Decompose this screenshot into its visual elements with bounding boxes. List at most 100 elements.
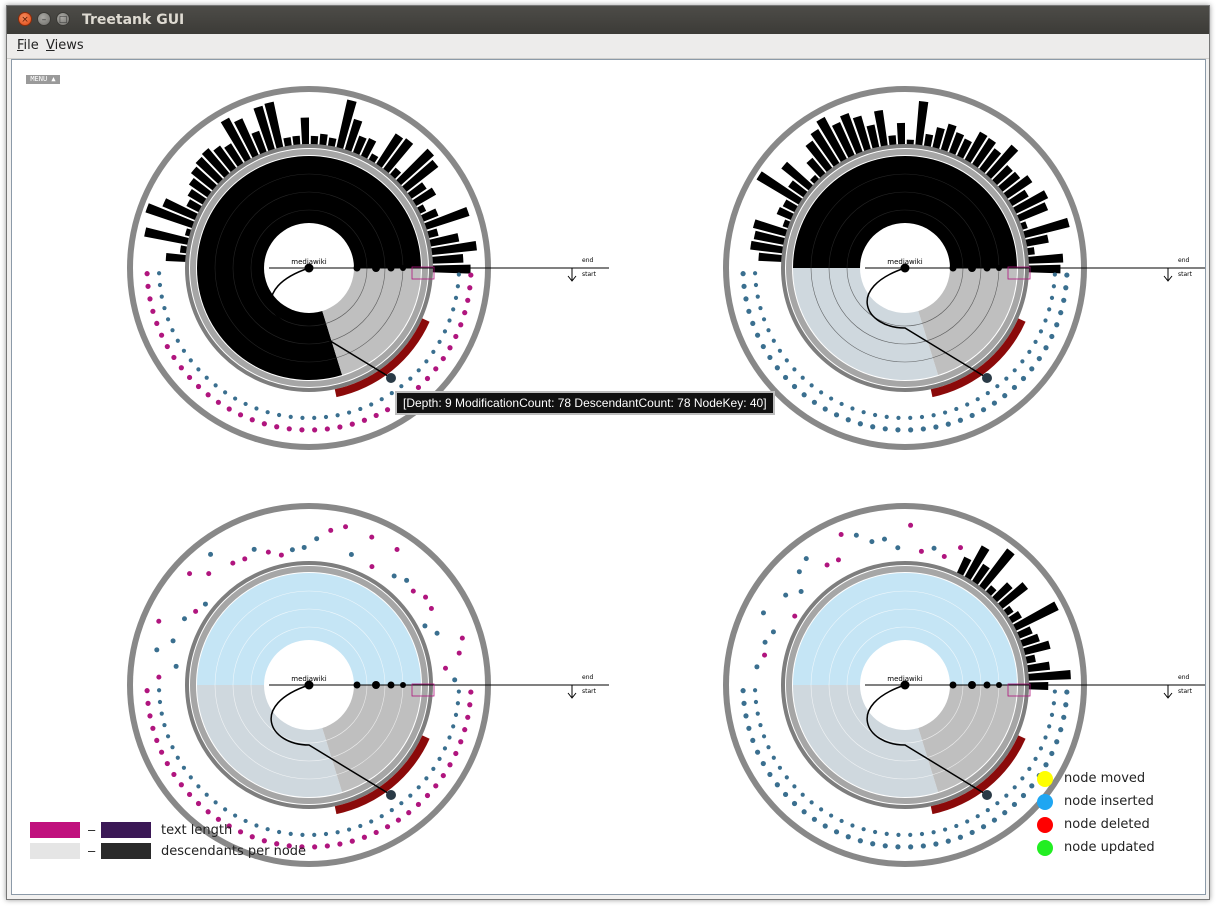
node-marker [760, 610, 766, 616]
close-button[interactable]: × [18, 12, 32, 26]
node-marker [1049, 333, 1055, 340]
node-marker [447, 735, 452, 740]
node-marker [740, 271, 746, 277]
node-marker [181, 765, 187, 770]
axis-end-label: end [582, 257, 593, 264]
node-marker [440, 355, 446, 362]
node-marker [462, 310, 468, 316]
node-marker [753, 699, 759, 705]
root-label: mediawiki [291, 675, 327, 683]
path-node [400, 265, 406, 271]
node-marker [451, 307, 456, 312]
node-marker [1047, 307, 1052, 312]
node-marker [1033, 339, 1038, 344]
node-marker [760, 343, 766, 350]
menu-toggle-tab[interactable]: MENU ▲ [26, 75, 60, 84]
menu-file-label: ile [23, 38, 39, 53]
node-marker [348, 551, 354, 557]
node-marker [1049, 712, 1055, 718]
node-marker [186, 791, 193, 798]
node-marker [455, 701, 460, 706]
node-marker [1027, 349, 1032, 354]
node-marker [835, 557, 841, 563]
node-marker [1020, 375, 1027, 382]
node-marker [254, 823, 259, 828]
node-marker [796, 569, 802, 575]
node-marker [358, 823, 363, 829]
node-marker [157, 699, 163, 705]
minimize-icon: – [41, 15, 47, 25]
legend-dash: – [88, 843, 96, 858]
node-marker [261, 421, 267, 427]
node-marker [1064, 689, 1070, 695]
path-node [372, 264, 380, 272]
visualization-canvas[interactable]: mediawiki end start mediawiki end start medi… [11, 59, 1206, 895]
maximize-button[interactable]: □ [56, 12, 70, 26]
node-marker [158, 749, 165, 755]
node-marker [762, 639, 768, 645]
node-marker [857, 421, 863, 427]
node-marker [884, 414, 889, 419]
node-marker [437, 339, 442, 344]
sunburst-bottom-right[interactable]: mediawiki end start [723, 503, 1205, 867]
node-marker [416, 368, 421, 373]
node-marker [204, 375, 209, 380]
node-marker [223, 390, 228, 395]
sunburst-bottom-left[interactable]: mediawiki end start [127, 503, 609, 867]
node-marker [274, 424, 280, 430]
node-marker [312, 844, 318, 850]
node-marker [300, 415, 305, 420]
node-marker [784, 358, 789, 363]
node-marker [754, 749, 761, 755]
node-marker [150, 308, 156, 314]
node-marker [453, 712, 459, 718]
node-marker [1011, 384, 1018, 391]
node-marker [750, 320, 756, 327]
node-marker [919, 831, 925, 837]
node-marker [406, 810, 412, 816]
node-marker [314, 536, 320, 542]
node-marker [1051, 701, 1056, 706]
node-marker [447, 762, 453, 768]
node-marker [424, 776, 429, 781]
sunburst-top-right[interactable]: mediawiki end start [723, 86, 1205, 450]
node-marker [1043, 345, 1049, 351]
node-marker [741, 700, 747, 706]
node-marker [324, 843, 330, 849]
node-marker [369, 402, 374, 407]
path-node [983, 264, 991, 272]
node-marker [1049, 295, 1055, 301]
node-marker [1058, 310, 1064, 316]
node-marker [908, 844, 914, 850]
node-marker [819, 807, 824, 812]
node-marker [766, 328, 771, 333]
node-marker [870, 424, 876, 430]
node-marker [942, 827, 948, 832]
minimize-button[interactable]: – [37, 12, 51, 26]
node-marker [1012, 785, 1017, 790]
node-marker [447, 318, 452, 323]
sunburst-views[interactable]: mediawiki end start mediawiki end start medi… [12, 60, 1205, 894]
node-marker [758, 722, 763, 728]
node-marker [882, 426, 888, 432]
node-marker [453, 333, 459, 340]
menu-views[interactable]: Views [46, 38, 84, 53]
menu-views-mnemonic: V [46, 38, 55, 53]
node-marker [839, 818, 844, 824]
node-marker [1020, 776, 1025, 781]
node-marker [442, 746, 448, 751]
node-marker [202, 601, 208, 607]
node-marker [771, 755, 776, 760]
node-marker [424, 792, 431, 799]
node-marker [233, 813, 238, 818]
node-marker [931, 413, 936, 418]
node-marker [954, 406, 959, 412]
legend-text-length-label: text length [161, 823, 233, 838]
node-marker [415, 384, 422, 391]
menu-file[interactable]: File [17, 38, 39, 53]
node-marker [369, 819, 374, 824]
node-marker [312, 832, 317, 838]
node-marker [276, 829, 282, 835]
node-marker [178, 365, 184, 371]
node-marker [957, 834, 964, 840]
